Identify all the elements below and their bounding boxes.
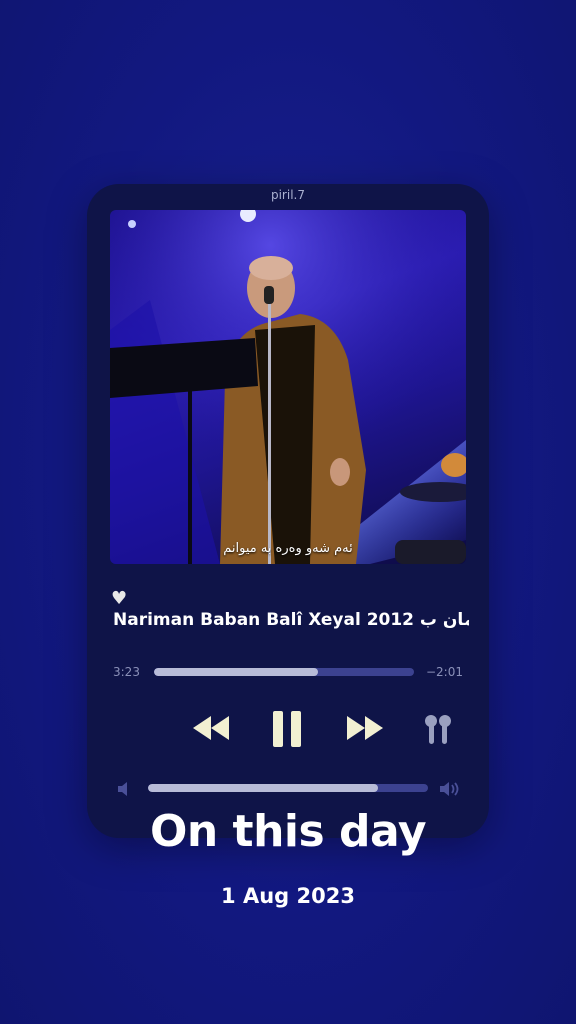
username-label: piril.7 bbox=[270, 188, 305, 202]
airpods-output-button[interactable] bbox=[423, 714, 453, 746]
track-title: Nariman Baban Balî Xeyal 2012 ریمان ب bbox=[113, 610, 469, 630]
airpods-icon bbox=[425, 715, 451, 744]
time-remaining: −2:01 bbox=[425, 665, 463, 679]
pause-button[interactable] bbox=[272, 710, 302, 748]
volume-high-icon bbox=[439, 780, 463, 798]
volume-fill bbox=[148, 784, 378, 792]
pause-icon bbox=[273, 711, 301, 747]
rewind-button[interactable] bbox=[191, 714, 233, 742]
memory-headline: On this day bbox=[149, 806, 427, 857]
concert-photo bbox=[110, 210, 466, 564]
progress-fill bbox=[154, 668, 318, 676]
memory-date: 1 Aug 2023 bbox=[221, 884, 355, 908]
time-elapsed: 3:23 bbox=[113, 665, 140, 679]
album-artwork: ئەم شەو وەرە بە میوانم bbox=[110, 210, 466, 564]
fast-forward-button[interactable] bbox=[343, 714, 385, 742]
volume-low-icon bbox=[117, 781, 131, 797]
lyrics-subtitle: ئەم شەو وەرە بە میوانم bbox=[223, 541, 353, 556]
rewind-icon bbox=[193, 716, 229, 740]
volume-slider[interactable] bbox=[148, 784, 428, 792]
music-player-card: piril.7 ئەم شەو وەرە بە میوانم ♥ Nariman… bbox=[87, 184, 489, 838]
fast-forward-icon bbox=[347, 716, 383, 740]
progress-bar[interactable] bbox=[154, 668, 414, 676]
heart-icon[interactable]: ♥ bbox=[111, 588, 127, 609]
